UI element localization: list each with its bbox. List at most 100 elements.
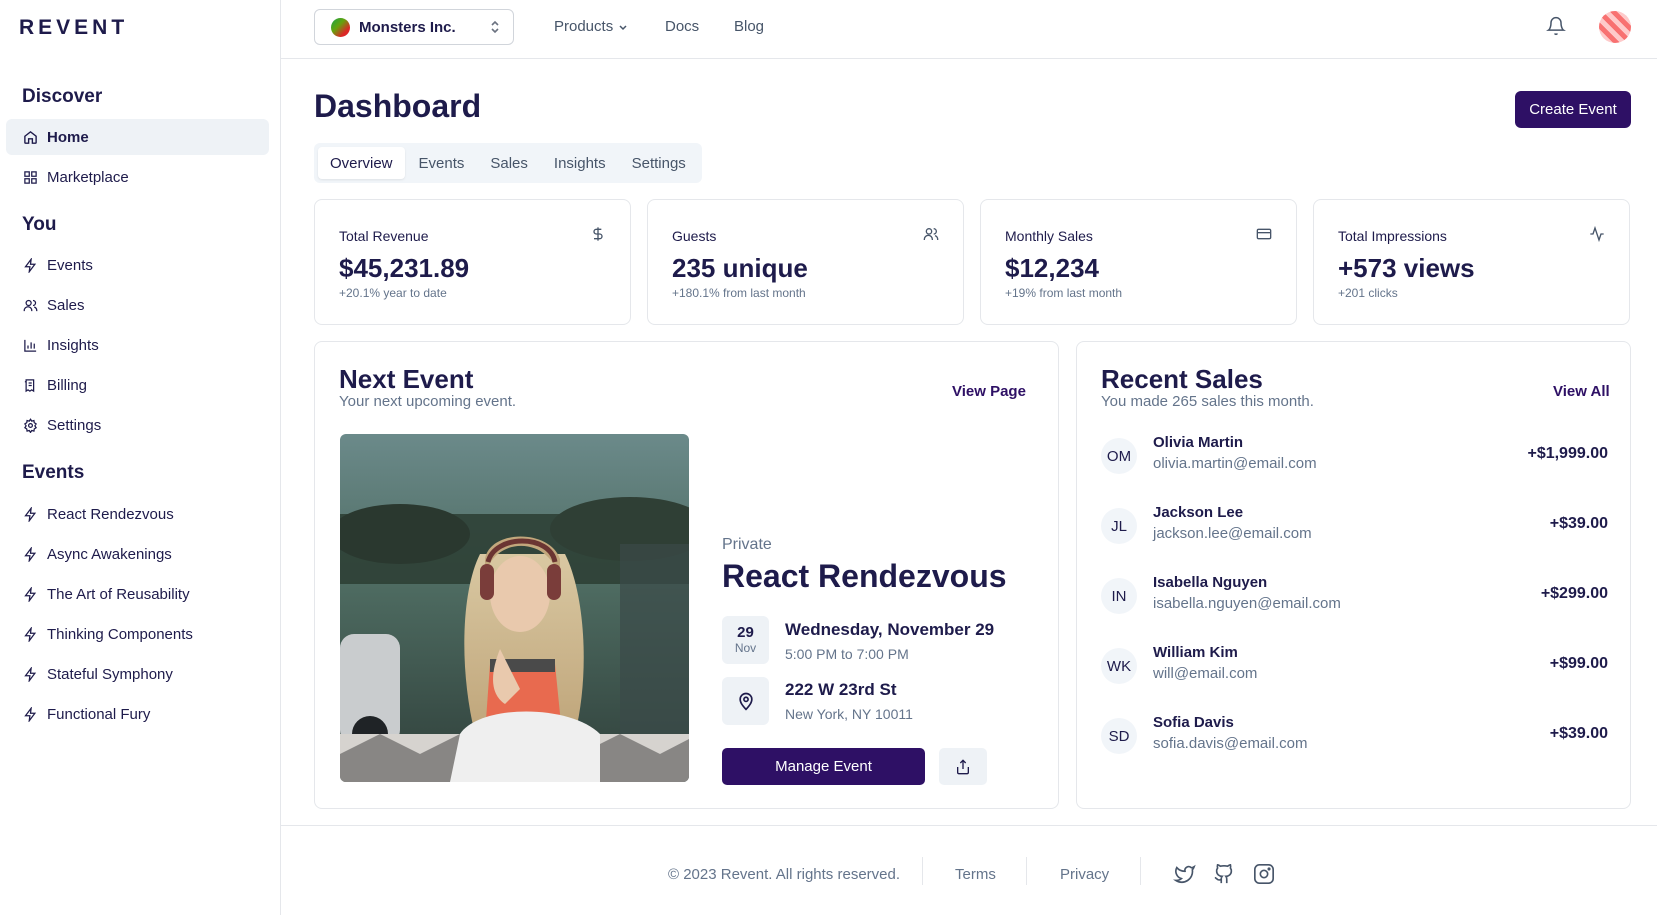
list-item[interactable]: JL Jackson Lee jackson.lee@email.com +$3… xyxy=(1101,504,1608,554)
next-event-card: Next Event Your next upcoming event. Vie… xyxy=(314,341,1059,809)
card-subtitle: Your next upcoming event. xyxy=(339,393,517,410)
sidebar: REVENT Discover Home Marketplace You Eve… xyxy=(0,0,281,915)
sidebar-item-label: Thinking Components xyxy=(47,625,193,643)
copyright-text: © 2023 Revent. All rights reserved. xyxy=(668,866,901,883)
sidebar-item-event[interactable]: Functional Fury xyxy=(6,696,269,732)
event-date: Wednesday, November 29 xyxy=(785,620,995,639)
sidebar-heading-you: You xyxy=(22,214,57,235)
nav-products[interactable]: Products xyxy=(554,18,628,35)
sidebar-item-event[interactable]: Thinking Components xyxy=(6,616,269,652)
event-visibility: Private xyxy=(722,536,772,553)
nav-docs[interactable]: Docs xyxy=(665,18,699,35)
card-title: Next Event xyxy=(339,364,474,394)
divider xyxy=(1140,857,1141,885)
stat-card-total-impressions: Total Impressions +573 views +201 clicks xyxy=(1313,199,1630,325)
list-item[interactable]: SD Sofia Davis sofia.davis@email.com +$3… xyxy=(1101,714,1608,764)
user-avatar[interactable] xyxy=(1599,11,1631,43)
sidebar-item-label: Async Awakenings xyxy=(47,545,172,563)
stat-label: Total Impressions xyxy=(1338,228,1447,244)
stat-value: 235 unique xyxy=(672,253,808,283)
stat-card-guests: Guests 235 unique +180.1% from last mont… xyxy=(647,199,964,325)
card-title: Recent Sales xyxy=(1101,364,1263,394)
sale-amount: +$1,999.00 xyxy=(1527,445,1608,462)
sidebar-item-billing[interactable]: Billing xyxy=(6,367,269,403)
sale-email: jackson.lee@email.com xyxy=(1153,525,1312,542)
bolt-icon xyxy=(22,706,38,722)
list-item[interactable]: IN Isabella Nguyen isabella.nguyen@email… xyxy=(1101,574,1608,624)
sidebar-item-events[interactable]: Events xyxy=(6,247,269,283)
sidebar-item-label: Marketplace xyxy=(47,168,129,186)
sale-name: Jackson Lee xyxy=(1153,504,1244,521)
tab-overview[interactable]: Overview xyxy=(318,147,405,179)
tab-settings[interactable]: Settings xyxy=(620,147,698,179)
divider xyxy=(922,857,923,885)
tab-sales[interactable]: Sales xyxy=(478,147,540,179)
event-date-badge: 29 Nov xyxy=(722,616,769,664)
avatar: JL xyxy=(1101,508,1137,544)
nav-products-label: Products xyxy=(554,18,614,35)
app-logo[interactable]: REVENT xyxy=(19,16,128,40)
tab-insights[interactable]: Insights xyxy=(542,147,618,179)
org-switcher[interactable]: Monsters Inc. xyxy=(314,9,514,45)
manage-event-button[interactable]: Manage Event xyxy=(722,748,925,785)
event-address: 222 W 23rd St xyxy=(785,680,897,699)
event-time: 5:00 PM to 7:00 PM xyxy=(785,646,909,662)
stat-card-monthly-sales: Monthly Sales $12,234 +19% from last mon… xyxy=(980,199,1297,325)
sidebar-item-label: Events xyxy=(47,256,93,274)
nav-blog[interactable]: Blog xyxy=(734,18,764,35)
event-month: Nov xyxy=(734,641,757,655)
bell-icon[interactable] xyxy=(1546,15,1566,37)
sidebar-item-label: The Art of Reusability xyxy=(47,585,190,603)
privacy-link[interactable]: Privacy xyxy=(1060,866,1109,883)
tab-events[interactable]: Events xyxy=(407,147,477,179)
activity-icon xyxy=(1589,226,1605,242)
list-item[interactable]: OM Olivia Martin olivia.martin@email.com… xyxy=(1101,434,1608,484)
bolt-icon xyxy=(22,546,38,562)
sidebar-item-event[interactable]: Async Awakenings xyxy=(6,536,269,572)
sidebar-item-sales[interactable]: Sales xyxy=(6,287,269,323)
sidebar-item-event[interactable]: React Rendezvous xyxy=(6,496,269,532)
stat-value: $12,234 xyxy=(1005,253,1099,283)
org-name: Monsters Inc. xyxy=(359,18,456,36)
github-icon[interactable] xyxy=(1213,863,1235,885)
sidebar-item-marketplace[interactable]: Marketplace xyxy=(6,159,269,195)
stat-card-total-revenue: Total Revenue $45,231.89 +20.1% year to … xyxy=(314,199,631,325)
users-icon xyxy=(923,226,939,242)
view-all-link[interactable]: View All xyxy=(1553,383,1610,400)
sidebar-item-event[interactable]: The Art of Reusability xyxy=(6,576,269,612)
stat-label: Guests xyxy=(672,228,717,244)
sale-email: olivia.martin@email.com xyxy=(1153,455,1317,472)
list-item[interactable]: WK William Kim will@email.com +$99.00 xyxy=(1101,644,1608,694)
credit-card-icon xyxy=(1256,226,1272,242)
event-name: React Rendezvous xyxy=(722,558,1007,594)
terms-link[interactable]: Terms xyxy=(955,866,996,883)
divider xyxy=(1026,857,1027,885)
instagram-icon[interactable] xyxy=(1253,863,1275,885)
sidebar-item-settings[interactable]: Settings xyxy=(6,407,269,443)
sale-amount: +$39.00 xyxy=(1549,725,1608,742)
map-pin-icon xyxy=(722,677,769,725)
bolt-icon xyxy=(22,586,38,602)
sidebar-item-event[interactable]: Stateful Symphony xyxy=(6,656,269,692)
sidebar-item-label: Settings xyxy=(47,416,102,434)
view-page-link[interactable]: View Page xyxy=(952,383,1026,400)
org-avatar xyxy=(331,17,350,37)
sidebar-item-label: Stateful Symphony xyxy=(47,665,173,683)
stat-subtext: +180.1% from last month xyxy=(672,286,806,300)
create-event-button[interactable]: Create Event xyxy=(1515,91,1631,128)
sale-amount: +$99.00 xyxy=(1549,655,1608,672)
sidebar-item-insights[interactable]: Insights xyxy=(6,327,269,363)
bolt-icon xyxy=(22,506,38,522)
sale-email: will@email.com xyxy=(1153,665,1258,682)
event-day: 29 xyxy=(737,624,754,641)
card-subtitle: You made 265 sales this month. xyxy=(1101,393,1314,410)
sidebar-item-home[interactable]: Home xyxy=(6,119,269,155)
bolt-icon xyxy=(22,666,38,682)
bolt-icon xyxy=(22,257,38,273)
tab-bar: Overview Events Sales Insights Settings xyxy=(314,143,702,183)
sale-email: isabella.nguyen@email.com xyxy=(1153,595,1341,612)
share-button[interactable] xyxy=(939,748,987,785)
twitter-icon[interactable] xyxy=(1173,863,1197,885)
footer: © 2023 Revent. All rights reserved. Term… xyxy=(281,825,1657,915)
sidebar-item-label: Functional Fury xyxy=(47,705,151,723)
